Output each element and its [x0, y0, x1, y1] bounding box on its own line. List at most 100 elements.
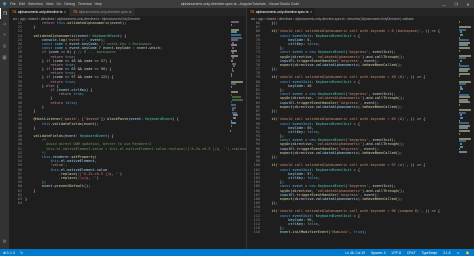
code-token: && code <= [75, 75, 101, 80]
code-token: ; [81, 92, 85, 97]
code-token: } [25, 188, 36, 193]
code-token: event [279, 230, 291, 235]
code-text: event.initModifierEvent('NumLock', true)… [263, 230, 366, 234]
cursor-position[interactable]: Ln 46, Col 19 [345, 251, 365, 255]
code-token: }); [271, 155, 278, 159]
code-token: false [65, 100, 76, 105]
minimap-line [459, 96, 471, 99]
close-tab-icon[interactable]: × [310, 10, 312, 14]
extensions-icon[interactable]: ▣ [0, 52, 9, 63]
code-token: expect [279, 196, 293, 201]
code-text: }); [263, 67, 278, 72]
encoding[interactable]: UTF-8 [392, 251, 401, 255]
minimap-line [232, 109, 234, 112]
code-token: true [73, 92, 82, 97]
minimize-icon[interactable]: — [438, 0, 450, 8]
code-token: nativeElement [67, 159, 95, 164]
tab-directive-spec-ts[interactable]: TS alphanumeric-only.directive.spec.ts [70, 8, 136, 16]
minimap-line [459, 122, 470, 125]
code-token: , [317, 175, 320, 180]
menu-file[interactable]: File [10, 2, 16, 6]
code-text: this.validateFields(event); [25, 122, 99, 126]
tab-bar-right: TS alphanumeric-only.directive.spec.ts × [247, 8, 474, 16]
code-token: && code <= [75, 67, 101, 72]
code-token: } [25, 25, 36, 30]
minimap-line [459, 72, 470, 75]
code-token: validateFields [52, 121, 82, 126]
code-token: (); [395, 62, 403, 67]
menu-selection[interactable]: Selection [28, 2, 43, 6]
code-token: 'NumLock' [330, 230, 350, 235]
minimap-line [460, 116, 463, 119]
code-token: ) { [119, 33, 127, 38]
minimap-right[interactable] [458, 21, 472, 247]
code-token: validateAlphanumeric [315, 196, 358, 201]
code-token: }); [271, 67, 278, 72]
line-ending[interactable]: CRLF [407, 251, 416, 255]
code-token: validateAlphanumeric [315, 150, 358, 155]
minimap-line [459, 65, 470, 68]
minimap-line [459, 46, 470, 49]
tab-directive-spec-ts[interactable]: TS alphanumeric-only.directive.spec.ts × [247, 8, 317, 16]
feedback-icon[interactable]: ☺ [457, 251, 460, 255]
code-token: initModifierEvent [292, 230, 329, 235]
window-title: alphanumeric-only.directive.spec.ts - An… [180, 2, 300, 6]
code-token: (directive. [292, 196, 316, 201]
menu-view[interactable]: View [46, 2, 54, 6]
minimap-line [232, 52, 235, 55]
code-text: } [25, 197, 27, 201]
code-token: ) { [105, 58, 112, 63]
editor-group-left: TS alphanumeric-only.directive.ts × TS a… [9, 8, 246, 249]
code-token: // 8 ... backspace [77, 50, 116, 55]
typescript-file-icon: TS [73, 10, 78, 14]
code-token: true [65, 79, 74, 84]
menu-debug[interactable]: Debug [64, 2, 75, 6]
settings-gear-icon[interactable]: ⚙ [0, 236, 9, 247]
source-control-icon[interactable]: ⑂ [0, 30, 9, 41]
problems-indicator[interactable]: ⊗ 0 ⚠ 0 [3, 251, 15, 255]
typescript-version[interactable]: 3.1.6 [443, 251, 450, 255]
minimap-line [230, 91, 238, 94]
tab-directive-ts[interactable]: TS alphanumeric-only.directive.ts × [9, 8, 71, 16]
code-token: return [41, 21, 57, 25]
code-token: (); [84, 184, 91, 189]
code-editor-right[interactable]: 66 }); 67 68 it('should call validateAlpha… [247, 21, 474, 235]
maximize-icon[interactable]: ❐ [450, 0, 462, 8]
code-token: KeyboardEventInit [315, 167, 352, 172]
code-token: } [25, 125, 36, 130]
code-line[interactable]: 116 event.initModifierEvent('NumLock', t… [247, 230, 474, 234]
code-token: false [307, 222, 318, 226]
menu-terminal[interactable]: Terminal [78, 2, 92, 6]
code-token: , [317, 41, 320, 46]
code-token: true [353, 230, 363, 235]
code-token: KeyboardEvent [79, 134, 108, 139]
sync-icon[interactable]: ↻ [20, 251, 23, 255]
minimap-line [459, 70, 468, 73]
language-mode[interactable]: TypeScript [422, 251, 438, 255]
code-text: }); [263, 109, 277, 113]
code-token: (); [395, 150, 403, 155]
code-token: (); [397, 142, 405, 147]
code-line[interactable]: 64 [9, 201, 246, 205]
code-text: }); [263, 201, 277, 205]
code-token: toHaveBeenCalled [362, 62, 396, 67]
files-icon[interactable]: ❐ [0, 8, 9, 19]
code-token: , () => { [421, 29, 441, 34]
menu-edit[interactable]: Edit [19, 2, 25, 6]
menu-help[interactable]: Help [95, 2, 102, 6]
code-token: KeyboardEventInit [315, 33, 352, 38]
code-token: this.el.nativeElement.value = this.el.na… [46, 146, 246, 151]
code-token: expect [279, 62, 293, 67]
minimap-line [459, 101, 470, 104]
close-tab-icon[interactable]: × [64, 10, 66, 14]
debug-icon[interactable]: ⊘ [0, 41, 9, 52]
indentation[interactable]: Spaces: 4 [371, 251, 386, 255]
notifications-bell-icon[interactable]: 🔔 [466, 251, 470, 255]
search-icon[interactable]: ⌕ [0, 19, 9, 30]
code-token: toHaveBeenCalled [362, 104, 396, 109]
menu-go[interactable]: Go [57, 2, 62, 6]
code-editor-left[interactable]: 21 return this.validateAlphanumeric(even… [9, 21, 246, 205]
minimap-left[interactable] [230, 21, 244, 247]
close-icon[interactable]: ✕ [462, 0, 474, 8]
code-token: KeyboardEvent [145, 117, 173, 122]
